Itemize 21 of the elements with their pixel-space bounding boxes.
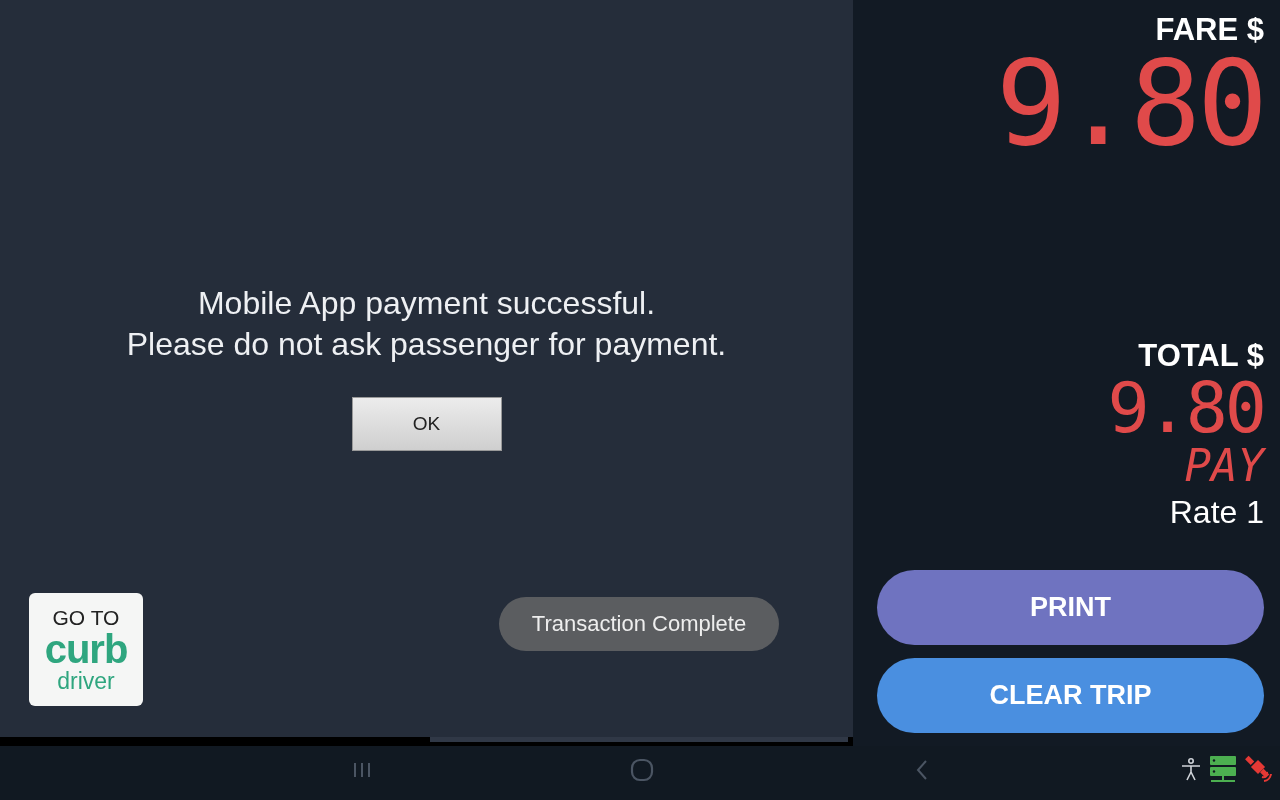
total-amount: 9.80: [1107, 374, 1264, 442]
message-text: Please do not ask passenger for payment.: [126, 325, 727, 364]
print-button[interactable]: PRINT: [877, 570, 1264, 645]
satellite-icon: [1244, 754, 1274, 784]
curb-logo: curb: [44, 628, 128, 669]
fare-amount: 9.80: [995, 48, 1264, 158]
accessibility-icon[interactable]: [1180, 757, 1202, 781]
fare-label: FARE $: [1155, 12, 1264, 48]
message-text: Mobile App payment successful.: [197, 284, 656, 323]
server-icon: [1208, 755, 1238, 783]
back-icon[interactable]: [915, 759, 929, 781]
recent-apps-icon[interactable]: [351, 760, 373, 780]
home-icon[interactable]: [630, 758, 654, 782]
toast-message: Transaction Complete: [499, 597, 779, 651]
rate-label: Rate 1: [1169, 493, 1264, 532]
badge-text: driver: [57, 668, 115, 693]
curb-driver-badge[interactable]: GO TO curb driver: [29, 593, 143, 706]
ok-button[interactable]: OK: [351, 397, 502, 451]
badge-text: GO TO: [52, 606, 120, 629]
total-label: TOTAL $: [1138, 338, 1264, 374]
meter-status: PAY: [1184, 442, 1264, 490]
